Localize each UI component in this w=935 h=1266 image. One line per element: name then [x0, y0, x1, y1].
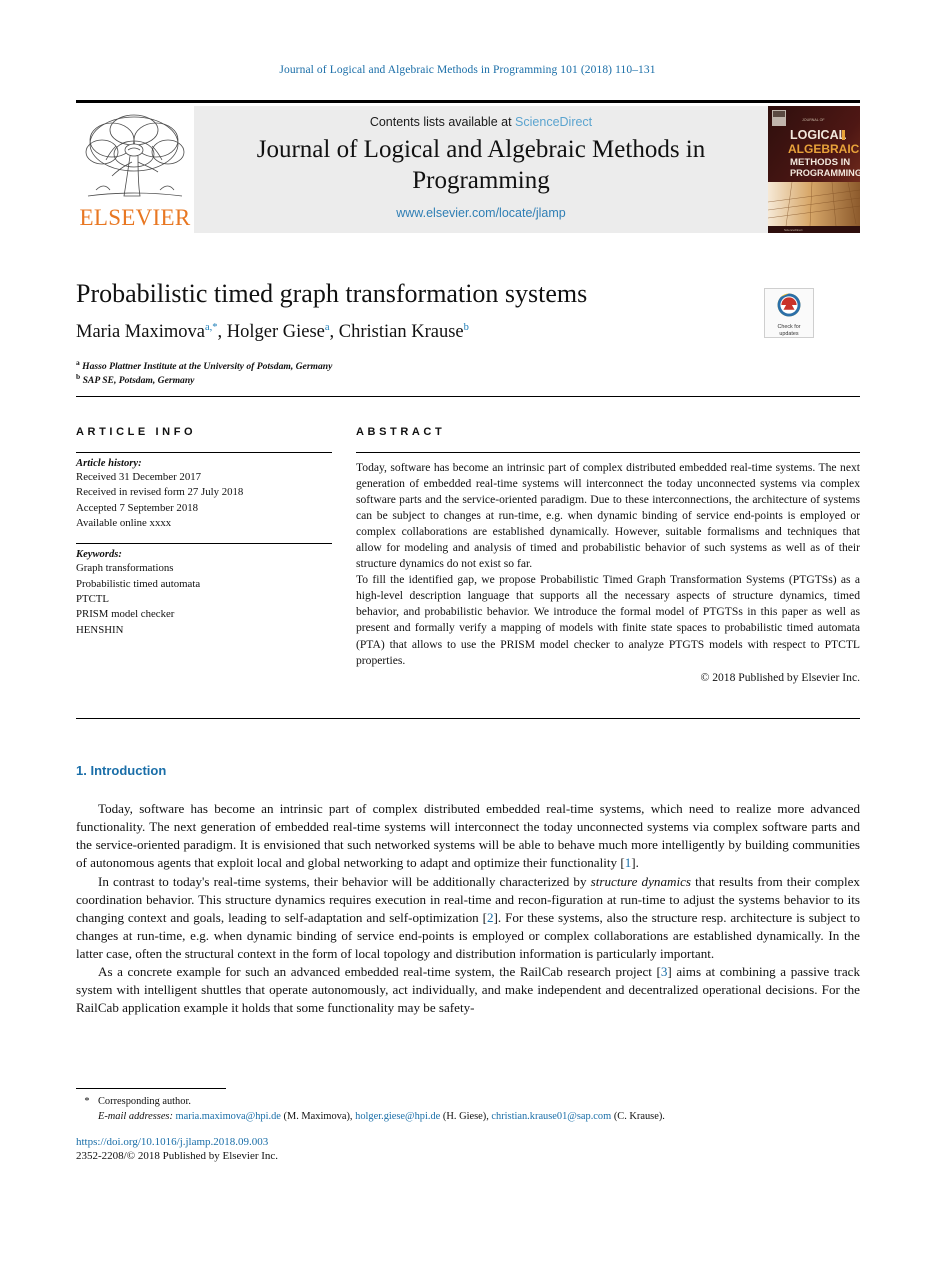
email-owner-1: (M. Maximova) [283, 1111, 350, 1123]
paper-page: Journal of Logical and Algebraic Methods… [0, 0, 935, 1266]
footnote-rule [76, 1088, 226, 1089]
keyword-item: PTCTL [76, 592, 109, 605]
section-heading-introduction: 1. Introduction [76, 763, 167, 778]
article-history-label: Article history: [76, 458, 142, 469]
journal-band: Contents lists available at ScienceDirec… [194, 106, 768, 233]
article-title: Probabilistic timed graph transformation… [76, 279, 588, 308]
doi-link[interactable]: https://doi.org/10.1016/j.jlamp.2018.09.… [76, 1136, 268, 1148]
journal-masthead: ELSEVIER Contents lists available at Sci… [76, 100, 860, 233]
abstract-paragraph-2: To fill the identified gap, we propose P… [356, 573, 860, 667]
svg-text:JOURNAL OF: JOURNAL OF [802, 118, 825, 122]
svg-text:ALGEBRAIC: ALGEBRAIC [788, 142, 860, 156]
abstract-column: ABSTRACT Today, software has become an i… [356, 426, 860, 684]
cover-art: JOURNAL OF LOGICAL ALGEBRAIC METHODS IN … [768, 106, 860, 233]
email-link-2[interactable]: holger.giese@hpi.de [355, 1111, 440, 1122]
corresponding-author-note: * Corresponding author. [76, 1094, 860, 1109]
affiliation-b: b SAP SE, Potsdam, Germany [76, 372, 195, 387]
svg-text:ScienceDirect: ScienceDirect [784, 228, 803, 232]
abstract-paragraph-1: Today, software has become an intrinsic … [356, 461, 860, 571]
asterisk-marker: * [84, 1096, 90, 1107]
email-link-3[interactable]: christian.krause01@sap.com [491, 1111, 611, 1122]
keywords-label: Keywords: [76, 549, 122, 561]
keyword-item: Graph transformations [76, 562, 174, 575]
email-link-1[interactable]: maria.maximova@hpi.de [176, 1111, 281, 1122]
email-owner-3: (C. Krause). [613, 1111, 665, 1123]
keywords-rule [76, 543, 332, 545]
issn-copyright-line: 2352-2208/© 2018 Published by Elsevier I… [76, 1150, 279, 1162]
abstract-copyright: © 2018 Published by Elsevier Inc. [700, 670, 860, 684]
elsevier-tree-icon [85, 114, 185, 197]
sciencedirect-link[interactable]: ScienceDirect [515, 115, 592, 129]
history-item: Accepted 7 September 2018 [76, 501, 199, 514]
intro-paragraph-2: In contrast to today's real-time systems… [76, 873, 860, 962]
elsevier-wordmark: ELSEVIER [79, 205, 191, 230]
divider-top [76, 396, 860, 397]
body-text: Today, software has become an intrinsic … [76, 800, 860, 1018]
email-label: E-mail addresses: [98, 1111, 173, 1123]
affiliation-a: a Hasso Plattner Institute at the Univer… [76, 358, 333, 373]
journal-url-link[interactable]: www.elsevier.com/locate/jlamp [194, 206, 768, 220]
contents-available-line: Contents lists available at ScienceDirec… [194, 115, 768, 129]
elsevier-logo: ELSEVIER [76, 106, 194, 233]
keyword-item: Probabilistic timed automata [76, 577, 201, 590]
svg-text:LOGICAL: LOGICAL [790, 128, 847, 142]
journal-cover-thumbnail: JOURNAL OF LOGICAL ALGEBRAIC METHODS IN … [768, 106, 860, 233]
keyword-item: PRISM model checker [76, 608, 175, 621]
article-info-column: ARTICLE INFO Article history: Received 3… [76, 426, 332, 638]
intro-paragraph-1: Today, software has become an intrinsic … [76, 801, 860, 871]
article-info-rule [76, 452, 332, 453]
journal-title: Journal of Logical and Algebraic Methods… [256, 136, 706, 194]
keyword-item: HENSHIN [76, 623, 124, 636]
history-item: Received in revised form 27 July 2018 [76, 486, 244, 499]
history-item: Available online xxxx [76, 516, 172, 529]
abstract-heading: ABSTRACT [356, 426, 446, 438]
divider-bottom [76, 718, 860, 719]
svg-text:PROGRAMMING: PROGRAMMING [790, 168, 860, 178]
intro-paragraph-3: As a concrete example for such an advanc… [76, 964, 860, 1016]
contents-prefix: Contents lists available at [369, 115, 512, 129]
author-list: Maria Maximovaa,*, Holger Giesea, Christ… [76, 322, 469, 343]
article-info-heading: ARTICLE INFO [76, 426, 197, 438]
crossmark-icon [777, 293, 801, 317]
footnote-block: * Corresponding author. E-mail addresses:… [76, 1094, 860, 1124]
email-addresses-line: E-mail addresses: maria.maximova@hpi.de … [98, 1111, 665, 1123]
history-item: Received 31 December 2017 [76, 471, 202, 483]
svg-text:METHODS IN: METHODS IN [790, 157, 850, 168]
running-head: Journal of Logical and Algebraic Methods… [279, 64, 656, 76]
abstract-rule [356, 452, 860, 453]
crossmark-badge[interactable]: Check for updates [764, 288, 814, 338]
email-owner-2: (H. Giese) [442, 1111, 487, 1123]
crossmark-label: Check for updates [777, 324, 801, 337]
